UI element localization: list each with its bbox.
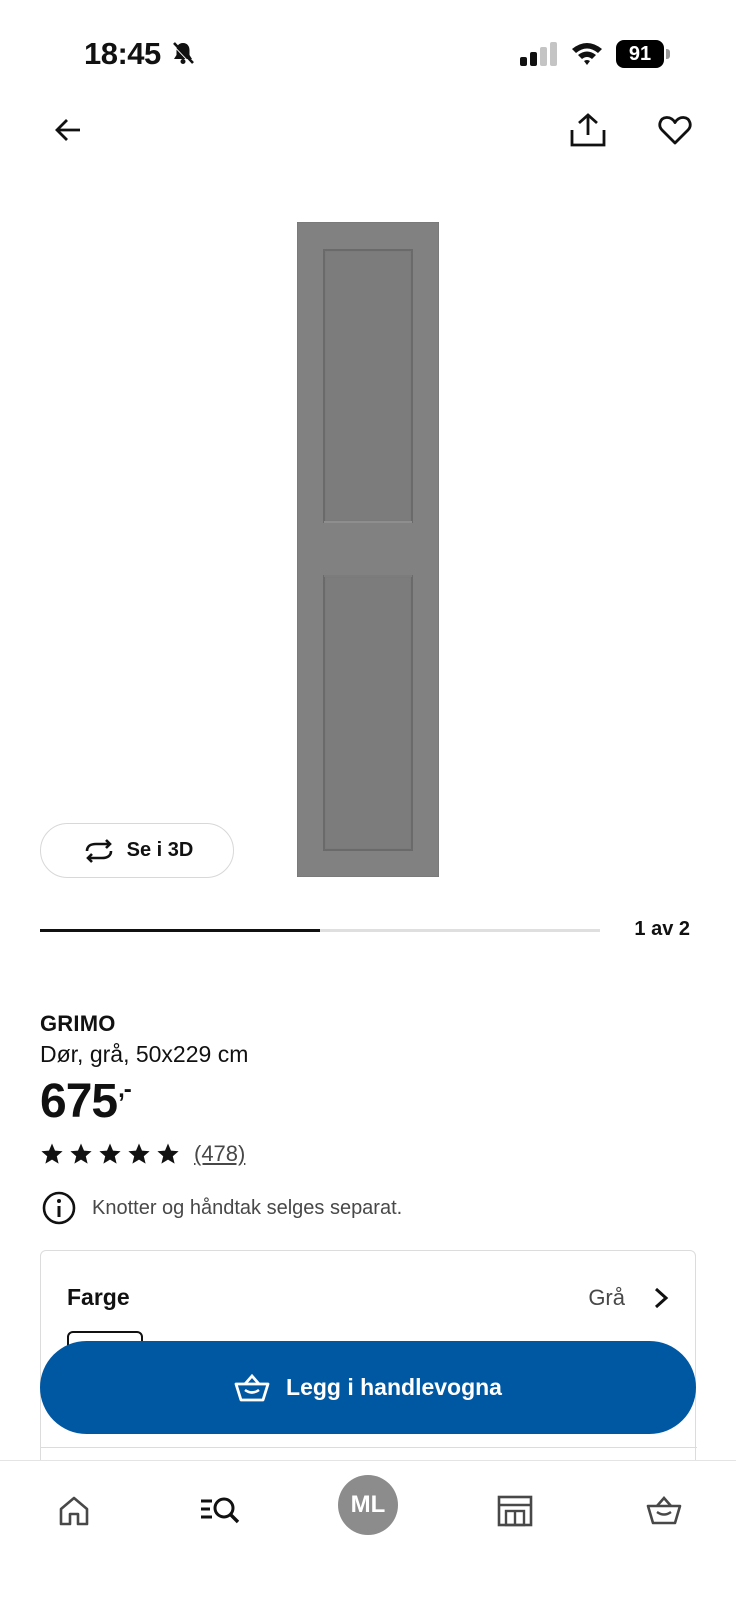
star-icon xyxy=(70,1143,92,1164)
heart-icon xyxy=(658,116,692,145)
battery-indicator: 91 xyxy=(616,40,670,68)
gallery-progress xyxy=(40,929,600,932)
product-image-door[interactable] xyxy=(297,222,439,877)
product-name: GRIMO xyxy=(40,1011,116,1036)
info-note-text: Knotter og håndtak selges separat. xyxy=(92,1196,403,1219)
tab-home[interactable] xyxy=(50,1481,98,1541)
favourite-button[interactable] xyxy=(651,106,699,154)
divider xyxy=(41,1447,697,1448)
star-icon xyxy=(128,1143,150,1164)
star-icon xyxy=(41,1143,63,1164)
color-option-value: Grå xyxy=(588,1284,625,1310)
battery-level: 91 xyxy=(616,40,664,68)
rating-stars xyxy=(40,1142,180,1166)
status-bar: 18:45 91 xyxy=(0,0,736,108)
battery-tip xyxy=(666,49,670,59)
silent-bell-icon xyxy=(172,42,194,65)
color-option-label: Farge xyxy=(67,1284,130,1310)
bottom-tab-bar: ML xyxy=(0,1460,736,1600)
chevron-right-icon xyxy=(654,1287,669,1308)
rotate-3d-icon xyxy=(85,838,112,863)
star-icon xyxy=(99,1143,121,1164)
view-3d-label: Se i 3D xyxy=(126,839,194,861)
basket-icon xyxy=(234,1373,270,1401)
info-note: Knotter og håndtak selges separat. xyxy=(42,1191,402,1225)
search-icon xyxy=(201,1497,240,1524)
tab-store[interactable] xyxy=(490,1481,540,1541)
arrow-left-icon xyxy=(55,119,80,141)
view-3d-button[interactable]: Se i 3D xyxy=(40,823,234,878)
wifi-icon xyxy=(572,43,602,65)
back-button[interactable] xyxy=(44,106,92,154)
gallery-page-indicator: 1 av 2 xyxy=(634,918,690,940)
cart-icon xyxy=(646,1496,682,1525)
price-suffix: ,- xyxy=(118,1076,132,1103)
product-price: 675 ,- xyxy=(40,1074,132,1129)
product-description: Dør, grå, 50x229 cm xyxy=(40,1041,249,1067)
product-rating[interactable]: (478) xyxy=(40,1141,245,1167)
add-to-cart-button[interactable]: Legg i handlevogna xyxy=(40,1341,696,1434)
store-icon xyxy=(497,1495,533,1527)
color-option-row[interactable]: Farge Grå xyxy=(67,1284,671,1311)
tab-cart[interactable] xyxy=(640,1481,688,1541)
share-icon xyxy=(570,113,606,147)
add-to-cart-label: Legg i handlevogna xyxy=(286,1374,502,1400)
star-icon xyxy=(157,1143,179,1164)
rating-count-link[interactable]: (478) xyxy=(194,1141,245,1167)
gallery-progress-fill xyxy=(40,929,320,932)
price-value: 675 xyxy=(40,1075,118,1128)
home-icon xyxy=(59,1496,89,1526)
status-time: 18:45 xyxy=(84,36,161,71)
info-icon xyxy=(42,1191,76,1225)
cellular-signal-icon xyxy=(520,42,557,66)
profile-avatar: ML xyxy=(338,1475,398,1535)
tab-profile[interactable]: ML xyxy=(338,1475,398,1535)
tab-search[interactable] xyxy=(196,1481,244,1541)
share-button[interactable] xyxy=(564,106,612,154)
